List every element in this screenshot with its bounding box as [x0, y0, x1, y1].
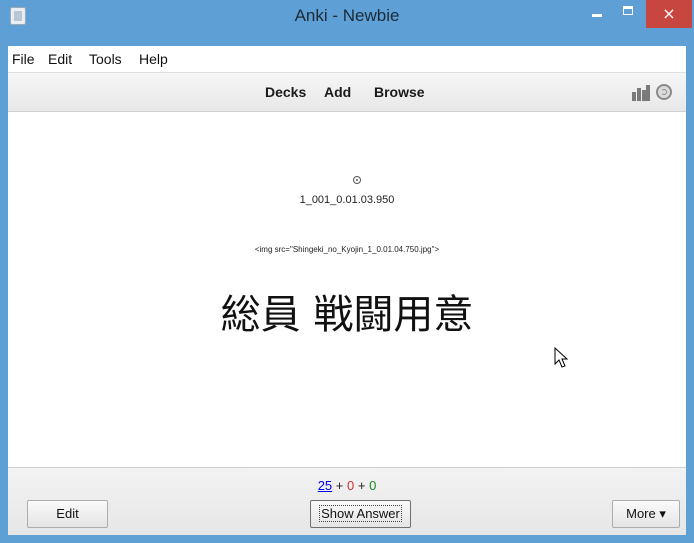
due-counts: 25 + 0 + 0 [8, 478, 686, 493]
close-icon: × [662, 4, 676, 23]
learn-count: 0 [347, 478, 355, 493]
menu-edit[interactable]: Edit [48, 51, 72, 67]
sync-icon[interactable] [656, 84, 672, 100]
menu-help[interactable]: Help [139, 51, 168, 67]
show-answer-label: Show Answer [319, 505, 402, 522]
audio-play-icon[interactable] [353, 176, 361, 184]
add-link[interactable]: Add [324, 84, 351, 100]
stats-icon[interactable] [632, 85, 650, 101]
close-button[interactable]: × [646, 0, 692, 28]
card-audio-filename: 1_001_0.01.03.950 [299, 194, 395, 206]
title-bar[interactable]: Anki - Newbie × [0, 0, 694, 46]
mouse-cursor-icon [554, 347, 568, 368]
review-count: 0 [369, 478, 377, 493]
browse-link[interactable]: Browse [374, 84, 425, 100]
answer-bar: 25 + 0 + 0 Edit Show Answer More ▾ [8, 467, 686, 535]
menu-file[interactable]: File [12, 51, 35, 67]
card-question-text: 総員 戦闘用意 [220, 292, 474, 338]
card-image-tag: <img src="Shingeki_no_Kyojin_1_0.01.04.7… [254, 245, 440, 254]
minimize-button[interactable] [584, 0, 610, 30]
main-area: File Edit Tools Help Decks Add Browse 1_… [8, 46, 686, 535]
maximize-button[interactable] [614, 0, 642, 30]
menu-bar: File Edit Tools Help [8, 46, 686, 72]
more-button[interactable]: More ▾ [612, 500, 680, 528]
card-view: 1_001_0.01.03.950 <img src="Shingeki_no_… [8, 112, 686, 467]
maximize-icon [623, 6, 633, 15]
edit-button[interactable]: Edit [27, 500, 108, 528]
minimize-icon [592, 14, 602, 17]
plus-sign: + [357, 478, 366, 493]
top-toolbar: Decks Add Browse [8, 72, 686, 112]
show-answer-button[interactable]: Show Answer [310, 500, 411, 528]
decks-link[interactable]: Decks [265, 84, 306, 100]
plus-sign: + [335, 478, 344, 493]
menu-tools[interactable]: Tools [89, 51, 122, 67]
anki-window: Anki - Newbie × File Edit Tools Help Dec… [0, 0, 694, 543]
new-count: 25 [317, 478, 333, 493]
